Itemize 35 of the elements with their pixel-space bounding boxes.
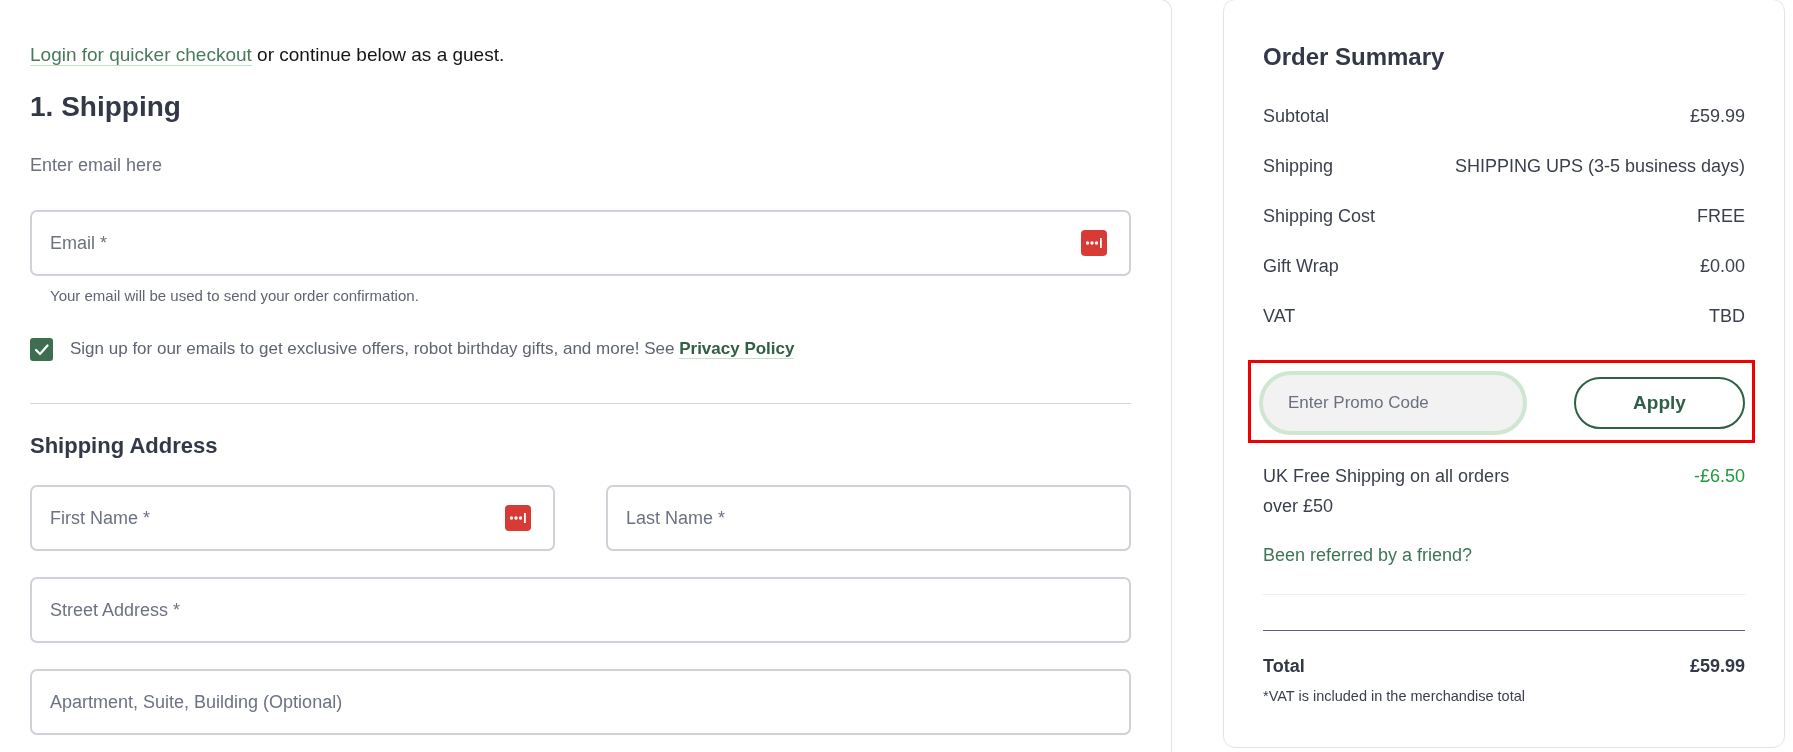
address-field[interactable]: Street Address *: [30, 577, 1131, 643]
summary-value: FREE: [1697, 205, 1745, 228]
promo-code-field[interactable]: Enter Promo Code: [1259, 371, 1527, 435]
section-title: Shipping Address: [30, 432, 219, 460]
email-field[interactable]: Email *: [30, 210, 1131, 276]
vat-note: *VAT is included in the merchandise total: [1263, 687, 1526, 705]
password-dots-icon[interactable]: [505, 505, 531, 531]
summary-label: Subtotal: [1263, 105, 1330, 128]
email-hint: Your email will be used to send your order confirmation.: [49, 286, 420, 306]
summary-label: Shipping: [1263, 155, 1334, 178]
total-label: Total: [1263, 655, 1305, 678]
section-title: 1. Shipping: [30, 90, 182, 124]
summary-value: TBD: [1709, 305, 1745, 328]
summary-value: £0.00: [1699, 255, 1745, 278]
total-value: £59.99: [1689, 655, 1745, 678]
login-prompt: Login for quicker checkout or continue below as a guest.: [30, 43, 506, 67]
checkbox[interactable]: [30, 337, 53, 361]
summary-value: SHIPPING UPS (3-5 business days): [1454, 155, 1745, 178]
email-prompt: Enter email here: [30, 154, 164, 177]
summary-label: Gift Wrap: [1263, 255, 1339, 278]
address-field[interactable]: Last Name *: [606, 485, 1131, 551]
referral-link[interactable]: Been referred by a friend?: [1263, 543, 1473, 567]
address-field[interactable]: Apartment, Suite, Building (Optional): [30, 669, 1131, 735]
password-dots-icon[interactable]: [1081, 230, 1107, 256]
summary-title: Order Summary: [1263, 42, 1446, 72]
summary-label: VAT: [1263, 305, 1296, 328]
summary-label: Shipping Cost: [1263, 205, 1376, 228]
address-field[interactable]: First Name *: [30, 485, 555, 551]
discount-label: UK Free Shipping on all orders over £50: [1263, 465, 1511, 518]
privacy-policy-link[interactable]: Privacy Policy: [679, 339, 795, 359]
discount-amount: -£6.50: [1693, 465, 1745, 488]
login-link[interactable]: Login for quicker checkout: [30, 44, 252, 66]
newsletter-consent-text: Sign up for our emails to get exclusive offers, robot birthday gifts, and more! See Privacy Policy: [70, 338, 795, 361]
apply-button[interactable]: Apply: [1574, 377, 1745, 429]
summary-value: £59.99: [1689, 105, 1745, 128]
